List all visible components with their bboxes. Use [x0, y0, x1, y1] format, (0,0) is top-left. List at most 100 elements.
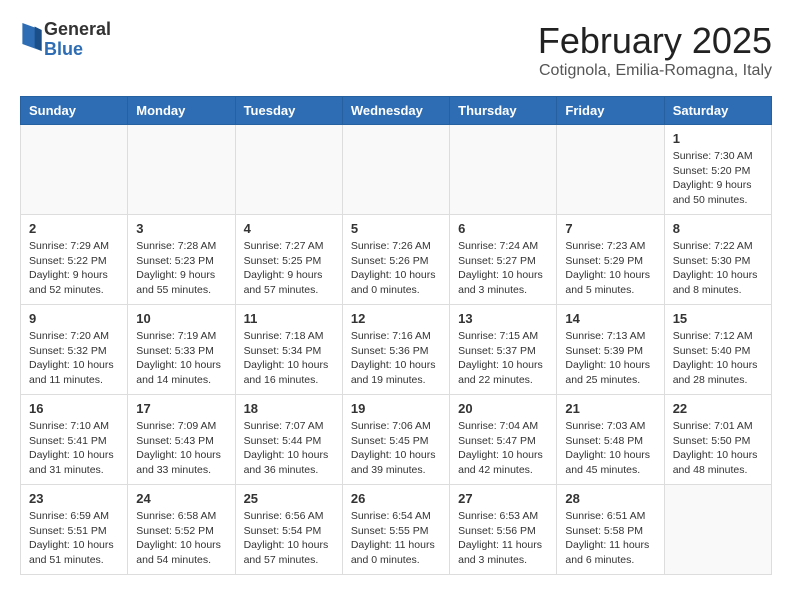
day-number: 5	[351, 221, 441, 236]
day-info: Sunrise: 7:06 AMSunset: 5:45 PMDaylight:…	[351, 419, 441, 478]
day-info: Sunrise: 7:23 AMSunset: 5:29 PMDaylight:…	[565, 239, 655, 298]
calendar-cell	[450, 125, 557, 215]
calendar-cell: 28 Sunrise: 6:51 AMSunset: 5:58 PMDayligh…	[557, 485, 664, 575]
day-number: 2	[29, 221, 119, 236]
day-header-thursday: Thursday	[450, 97, 557, 125]
calendar-cell: 10 Sunrise: 7:19 AMSunset: 5:33 PMDayligh…	[128, 305, 235, 395]
day-info: Sunrise: 7:24 AMSunset: 5:27 PMDaylight:…	[458, 239, 548, 298]
day-number: 4	[244, 221, 334, 236]
day-number: 15	[673, 311, 763, 326]
calendar-cell: 12 Sunrise: 7:16 AMSunset: 5:36 PMDayligh…	[342, 305, 449, 395]
day-info: Sunrise: 6:53 AMSunset: 5:56 PMDaylight:…	[458, 509, 548, 568]
title-block: February 2025 Cotignola, Emilia-Romagna,…	[538, 20, 772, 80]
day-info: Sunrise: 7:19 AMSunset: 5:33 PMDaylight:…	[136, 329, 226, 388]
day-number: 23	[29, 491, 119, 506]
day-info: Sunrise: 7:13 AMSunset: 5:39 PMDaylight:…	[565, 329, 655, 388]
calendar-cell	[664, 485, 771, 575]
week-row-2: 2 Sunrise: 7:29 AMSunset: 5:22 PMDaylight…	[21, 215, 772, 305]
day-header-sunday: Sunday	[21, 97, 128, 125]
day-info: Sunrise: 7:04 AMSunset: 5:47 PMDaylight:…	[458, 419, 548, 478]
calendar-cell: 14 Sunrise: 7:13 AMSunset: 5:39 PMDayligh…	[557, 305, 664, 395]
day-number: 14	[565, 311, 655, 326]
calendar-cell	[21, 125, 128, 215]
calendar-cell: 16 Sunrise: 7:10 AMSunset: 5:41 PMDayligh…	[21, 395, 128, 485]
calendar-cell: 24Sunrise: 6:58 AMSunset: 5:52 PMDayligh…	[128, 485, 235, 575]
day-number: 1	[673, 131, 763, 146]
calendar-cell: 13 Sunrise: 7:15 AMSunset: 5:37 PMDayligh…	[450, 305, 557, 395]
day-info: Sunrise: 7:27 AMSunset: 5:25 PMDaylight:…	[244, 239, 334, 298]
day-info: Sunrise: 7:01 AMSunset: 5:50 PMDaylight:…	[673, 419, 763, 478]
day-info: Sunrise: 6:58 AMSunset: 5:52 PMDaylight:…	[136, 509, 226, 568]
day-info: Sunrise: 7:09 AMSunset: 5:43 PMDaylight:…	[136, 419, 226, 478]
logo-blue-text: Blue	[44, 39, 83, 59]
day-number: 18	[244, 401, 334, 416]
calendar-cell: 22 Sunrise: 7:01 AMSunset: 5:50 PMDayligh…	[664, 395, 771, 485]
calendar-cell: 26Sunrise: 6:54 AMSunset: 5:55 PMDayligh…	[342, 485, 449, 575]
calendar-header-row: SundayMondayTuesdayWednesdayThursdayFrid…	[21, 97, 772, 125]
day-info: Sunrise: 6:59 AMSunset: 5:51 PMDaylight:…	[29, 509, 119, 568]
calendar-cell: 18 Sunrise: 7:07 AMSunset: 5:44 PMDayligh…	[235, 395, 342, 485]
calendar-cell: 7Sunrise: 7:23 AMSunset: 5:29 PMDaylight…	[557, 215, 664, 305]
day-info: Sunrise: 7:30 AMSunset: 5:20 PMDaylight:…	[673, 149, 763, 208]
calendar-cell: 20 Sunrise: 7:04 AMSunset: 5:47 PMDayligh…	[450, 395, 557, 485]
day-info: Sunrise: 7:12 AMSunset: 5:40 PMDaylight:…	[673, 329, 763, 388]
day-info: Sunrise: 7:07 AMSunset: 5:44 PMDaylight:…	[244, 419, 334, 478]
day-number: 22	[673, 401, 763, 416]
day-info: Sunrise: 6:51 AMSunset: 5:58 PMDaylight:…	[565, 509, 655, 568]
calendar-cell: 23 Sunrise: 6:59 AMSunset: 5:51 PMDayligh…	[21, 485, 128, 575]
day-number: 28	[565, 491, 655, 506]
day-info: Sunrise: 6:56 AMSunset: 5:54 PMDaylight:…	[244, 509, 334, 568]
calendar-cell	[557, 125, 664, 215]
day-number: 21	[565, 401, 655, 416]
day-number: 8	[673, 221, 763, 236]
day-number: 25	[244, 491, 334, 506]
calendar-cell	[128, 125, 235, 215]
day-number: 20	[458, 401, 548, 416]
day-info: Sunrise: 7:18 AMSunset: 5:34 PMDaylight:…	[244, 329, 334, 388]
calendar-cell: 8Sunrise: 7:22 AMSunset: 5:30 PMDaylight…	[664, 215, 771, 305]
calendar-cell: 3 Sunrise: 7:28 AMSunset: 5:23 PMDaylight…	[128, 215, 235, 305]
calendar-cell: 9 Sunrise: 7:20 AMSunset: 5:32 PMDaylight…	[21, 305, 128, 395]
day-info: Sunrise: 7:29 AMSunset: 5:22 PMDaylight:…	[29, 239, 119, 298]
day-number: 3	[136, 221, 226, 236]
calendar-cell	[342, 125, 449, 215]
calendar-cell	[235, 125, 342, 215]
calendar-cell: 15 Sunrise: 7:12 AMSunset: 5:40 PMDayligh…	[664, 305, 771, 395]
day-header-tuesday: Tuesday	[235, 97, 342, 125]
day-info: Sunrise: 7:28 AMSunset: 5:23 PMDaylight:…	[136, 239, 226, 298]
day-header-friday: Friday	[557, 97, 664, 125]
day-info: Sunrise: 7:26 AMSunset: 5:26 PMDaylight:…	[351, 239, 441, 298]
day-number: 16	[29, 401, 119, 416]
day-number: 12	[351, 311, 441, 326]
page-header: General Blue February 2025 Cotignola, Em…	[20, 20, 772, 80]
day-header-monday: Monday	[128, 97, 235, 125]
day-number: 19	[351, 401, 441, 416]
calendar-cell: 5 Sunrise: 7:26 AMSunset: 5:26 PMDaylight…	[342, 215, 449, 305]
day-number: 17	[136, 401, 226, 416]
calendar-cell: 21 Sunrise: 7:03 AMSunset: 5:48 PMDayligh…	[557, 395, 664, 485]
week-row-5: 23 Sunrise: 6:59 AMSunset: 5:51 PMDayligh…	[21, 485, 772, 575]
day-number: 9	[29, 311, 119, 326]
logo-icon	[22, 23, 42, 51]
calendar-cell: 2 Sunrise: 7:29 AMSunset: 5:22 PMDaylight…	[21, 215, 128, 305]
day-info: Sunrise: 7:20 AMSunset: 5:32 PMDaylight:…	[29, 329, 119, 388]
day-header-saturday: Saturday	[664, 97, 771, 125]
day-number: 11	[244, 311, 334, 326]
day-info: Sunrise: 7:15 AMSunset: 5:37 PMDaylight:…	[458, 329, 548, 388]
calendar-cell: 4 Sunrise: 7:27 AMSunset: 5:25 PMDaylight…	[235, 215, 342, 305]
day-info: Sunrise: 7:10 AMSunset: 5:41 PMDaylight:…	[29, 419, 119, 478]
day-info: Sunrise: 7:03 AMSunset: 5:48 PMDaylight:…	[565, 419, 655, 478]
day-number: 6	[458, 221, 548, 236]
day-header-wednesday: Wednesday	[342, 97, 449, 125]
calendar-table: SundayMondayTuesdayWednesdayThursdayFrid…	[20, 96, 772, 575]
week-row-1: 1 Sunrise: 7:30 AMSunset: 5:20 PMDaylight…	[21, 125, 772, 215]
day-number: 13	[458, 311, 548, 326]
week-row-3: 9 Sunrise: 7:20 AMSunset: 5:32 PMDaylight…	[21, 305, 772, 395]
day-info: Sunrise: 7:16 AMSunset: 5:36 PMDaylight:…	[351, 329, 441, 388]
logo-general-text: General	[44, 19, 111, 39]
calendar-cell: 11 Sunrise: 7:18 AMSunset: 5:34 PMDayligh…	[235, 305, 342, 395]
day-number: 27	[458, 491, 548, 506]
day-number: 10	[136, 311, 226, 326]
calendar-cell: 19 Sunrise: 7:06 AMSunset: 5:45 PMDayligh…	[342, 395, 449, 485]
logo: General Blue	[20, 20, 111, 60]
